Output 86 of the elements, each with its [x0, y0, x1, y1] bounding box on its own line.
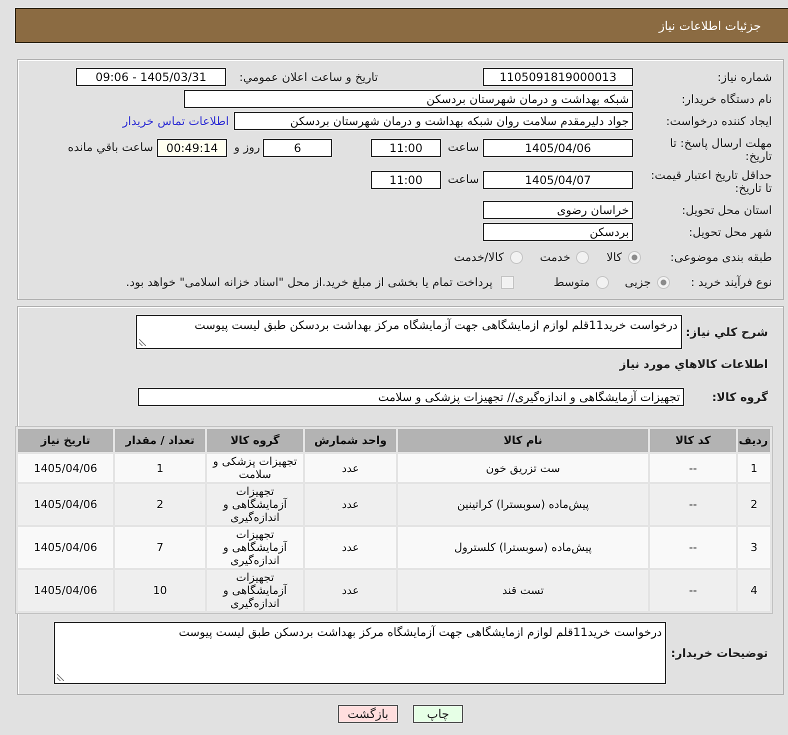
column-header: ردیف — [738, 429, 770, 452]
table-cell: 10 — [115, 570, 205, 611]
table-cell: ست تزریق خون — [398, 454, 648, 482]
days-field[interactable]: 6 — [263, 139, 332, 157]
column-header: نام کالا — [398, 429, 648, 452]
table-cell: 2 — [738, 484, 770, 525]
field-label: شهر محل تحویل: — [688, 225, 772, 239]
table-cell: 1405/04/06 — [18, 484, 113, 525]
buyer-organization-field[interactable]: شبکه بهداشت و درمان شهرستان بردسکن — [184, 90, 633, 108]
table-cell: عدد — [305, 527, 396, 568]
date-field[interactable]: 1405/04/06 — [483, 139, 633, 157]
radio-button[interactable] — [510, 250, 523, 264]
radio-button[interactable] — [596, 276, 609, 288]
resize-grip-icon — [138, 339, 146, 346]
column-header: کد کالا — [650, 429, 736, 452]
table-cell: تست قند — [398, 570, 648, 611]
buyer-notes-field[interactable]: درخواست خرید11قلم لوازم ازمایشگاهی جهت آزمایشگاه مرکز بهداشت بردسکن طبق لیست پیوست — [54, 622, 666, 684]
table-cell: تجهیزات آزمایشگاهی و اندازه‌گیری — [207, 527, 303, 568]
announcement-datetime-field[interactable]: 1405/03/31 - 09:06 — [76, 68, 226, 86]
radio-button[interactable] — [657, 276, 670, 288]
radio-label[interactable]: کالا — [606, 250, 622, 264]
table-cell: پیش‌ماده (سوبسترا) کراتینین — [398, 484, 648, 525]
table-cell: تجهیزات آزمایشگاهی و اندازه‌گیری — [207, 570, 303, 611]
column-header: تاریخ نیاز — [18, 429, 113, 452]
radio-label[interactable]: جزیی — [624, 275, 651, 289]
table-cell: 1405/04/06 — [18, 527, 113, 568]
section-title: اطلاعات کالاهاي مورد نیاز — [618, 356, 769, 372]
radio-button[interactable] — [576, 250, 590, 264]
field-label: گروه کالا: — [711, 389, 768, 405]
field-label: توضیحات خریدار: — [670, 645, 768, 661]
time-field[interactable]: 11:00 — [371, 139, 441, 157]
radio-label[interactable]: خدمت — [540, 250, 570, 264]
table-cell: -- — [650, 527, 736, 568]
days-label: روز و — [234, 139, 260, 155]
column-header: تعداد / مقدار — [115, 429, 205, 452]
table-cell: 3 — [738, 527, 770, 568]
table-cell: 7 — [115, 527, 205, 568]
province-field[interactable]: خراسان رضوی — [483, 201, 633, 219]
time-label: ساعت — [447, 139, 479, 155]
field-label: شماره نیاز: — [716, 70, 772, 84]
field-label: طبقه بندی موضوعی: — [669, 250, 772, 264]
back-button[interactable]: بازگشت — [338, 705, 398, 723]
table-cell: عدد — [305, 570, 396, 611]
table-cell: -- — [650, 454, 736, 482]
buyer-contact-link[interactable]: اطلاعات تماس خریدار — [122, 114, 229, 128]
table-cell: -- — [650, 484, 736, 525]
print-button[interactable]: چاپ — [413, 705, 463, 723]
field-label: حداقل تاریخ اعتبار قیمت: تا تاریخ: — [650, 169, 772, 195]
checkbox[interactable] — [500, 276, 514, 288]
radio-button[interactable] — [628, 250, 641, 264]
radio-label[interactable]: متوسط — [554, 275, 590, 289]
field-label: ایجاد کننده درخواست: — [665, 114, 772, 128]
date-field[interactable]: 1405/04/07 — [483, 171, 633, 189]
table-cell: 1405/04/06 — [18, 570, 113, 611]
time-field[interactable]: 11:00 — [371, 171, 441, 189]
table-cell: -- — [650, 570, 736, 611]
table-cell: 1 — [738, 454, 770, 482]
city-field[interactable]: بردسکن — [483, 223, 633, 241]
radio-label[interactable]: کالا/خدمت — [454, 250, 504, 264]
table-cell: 1405/04/06 — [18, 454, 113, 482]
table-cell: تجهیزات آزمایشگاهی و اندازه‌گیری — [207, 484, 303, 525]
field-label: نام دستگاه خریدار: — [680, 92, 772, 106]
table-cell: تجهیزات پزشکی و سلامت — [207, 454, 303, 482]
field-label: شرح کلي نیاز: — [686, 324, 768, 340]
table-cell: پیش‌ماده (سوبسترا) کلسترول — [398, 527, 648, 568]
checkbox-label[interactable]: پرداخت تمام یا بخشی از مبلغ خرید.از محل "اسناد خزانه اسلامی" خواهد بود. — [126, 275, 493, 289]
description-field[interactable]: درخواست خرید11قلم لوازم ازمایشگاهی جهت آزمایشگاه مرکز بهداشت بردسکن طبق لیست پیوست — [136, 315, 682, 349]
table-cell: 4 — [738, 570, 770, 611]
column-header: واحد شمارش — [305, 429, 396, 452]
table-cell: 1 — [115, 454, 205, 482]
remaining-time-field[interactable]: 00:49:14 — [157, 139, 228, 157]
need-number-field[interactable]: 1105091819000013 — [483, 68, 633, 86]
table-cell: عدد — [305, 484, 396, 525]
remaining-time-label: ساعت باقي مانده — [68, 139, 154, 155]
field-label: نوع فرآیند خرید : — [690, 275, 772, 289]
time-label: ساعت — [447, 171, 479, 187]
field-label: مهلت ارسال پاسخ: تا تاریخ: — [668, 137, 772, 163]
field-label: تاریخ و ساعت اعلان عمومي: — [238, 70, 378, 84]
column-header: گروه کالا — [207, 429, 303, 452]
table-cell: 2 — [115, 484, 205, 525]
table-cell: عدد — [305, 454, 396, 482]
resize-grip-icon — [56, 674, 64, 681]
requester-field[interactable]: جواد دلیرمقدم سلامت روان شبکه بهداشت و درمان شهرستان بردسکن — [234, 112, 633, 130]
goods-group-field[interactable]: تجهیزات آزمایشگاهی و اندازه‌گیری// تجهیزات پزشکی و سلامت — [138, 388, 684, 406]
page-title: جزئیات اطلاعات نیاز — [658, 18, 761, 32]
field-label: استان محل تحویل: — [680, 203, 772, 217]
